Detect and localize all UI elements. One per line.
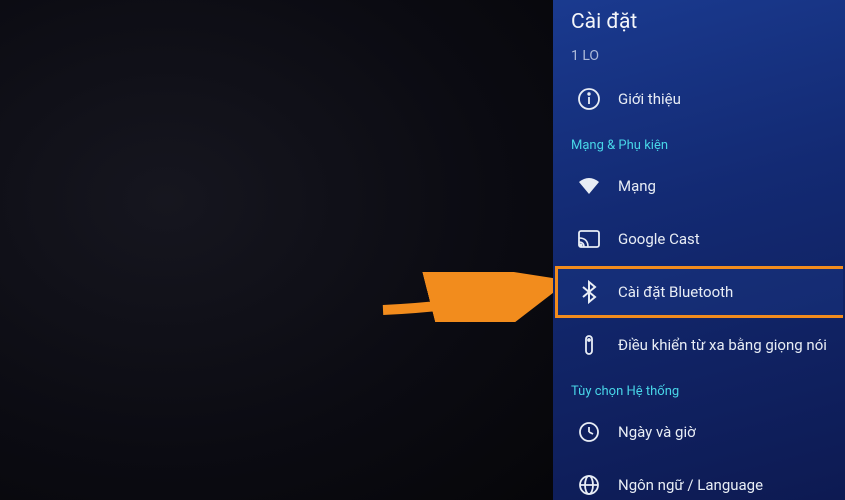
- panel-title: Cài đặt: [553, 0, 845, 44]
- remote-icon: [576, 332, 602, 358]
- menu-label: Ngôn ngữ / Language: [618, 476, 763, 494]
- tv-dark-background: [0, 0, 553, 500]
- menu-item-about[interactable]: Giới thiệu: [555, 73, 843, 125]
- cast-icon: [576, 226, 602, 252]
- menu-label: Mạng: [618, 177, 656, 195]
- menu-label: Giới thiệu: [618, 90, 681, 108]
- menu-item-language[interactable]: Ngôn ngữ / Language: [555, 459, 843, 500]
- info-icon: [576, 86, 602, 112]
- section-header-system: Tùy chọn Hệ thống: [553, 372, 845, 405]
- settings-panel: Cài đặt 1 LO Giới thiệu Mạng & Phụ kiện …: [553, 0, 845, 500]
- wifi-icon: [576, 173, 602, 199]
- globe-icon: [576, 472, 602, 498]
- menu-item-remote[interactable]: Điều khiển từ xa bằng giọng nói: [555, 319, 843, 371]
- menu-item-network[interactable]: Mạng: [555, 160, 843, 212]
- menu-label: Ngày và giờ: [618, 423, 696, 441]
- clock-icon: [576, 419, 602, 445]
- partial-clipped-text: 1 LO: [553, 44, 845, 72]
- bluetooth-icon: [576, 279, 602, 305]
- menu-label: Google Cast: [618, 230, 700, 248]
- menu-item-bluetooth[interactable]: Cài đặt Bluetooth: [555, 266, 843, 318]
- menu-label: Điều khiển từ xa bằng giọng nói: [618, 336, 827, 354]
- menu-item-cast[interactable]: Google Cast: [555, 213, 843, 265]
- menu-item-datetime[interactable]: Ngày và giờ: [555, 406, 843, 458]
- menu-label: Cài đặt Bluetooth: [618, 283, 733, 301]
- section-header-network: Mạng & Phụ kiện: [553, 126, 845, 159]
